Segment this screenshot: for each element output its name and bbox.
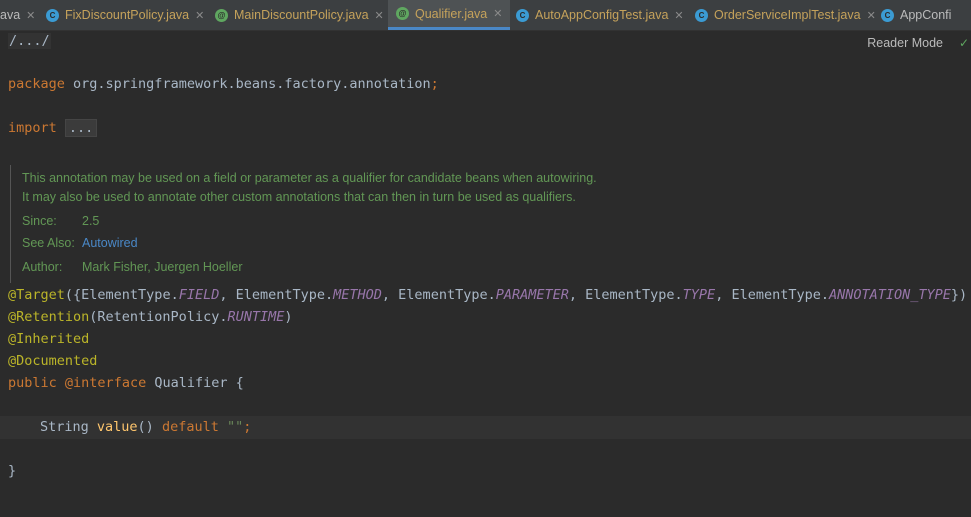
see-also-label: See Also: [22,236,75,250]
code-line-documented: @Documented [8,353,97,369]
import-fold[interactable]: ... [64,119,98,137]
tab-label: AutoAppConfigTest.java [535,8,669,22]
annotation: @Retention [8,309,90,325]
code-line-close: } [8,463,16,479]
doc-line-2: It may also be used to annotate other cu… [22,190,576,204]
javadoc-block: This annotation may be used on a field o… [10,165,965,283]
doc-since: Since: 2.5 [22,214,99,228]
constant: TYPE [682,287,716,303]
close-icon[interactable]: ✕ [375,9,384,22]
tab-label: MainDiscountPolicy.java [234,8,369,22]
close-icon[interactable]: ✕ [195,9,204,22]
constant: FIELD [178,287,220,303]
close-icon[interactable]: ✕ [493,7,502,20]
editor-tab-bar: ava ✕ C FixDiscountPolicy.java ✕ @ MainD… [0,0,971,31]
doc-line-1: This annotation may be used on a field o… [22,171,597,185]
doc-see-also: See Also: Autowired [22,236,138,250]
class-icon: C [881,8,894,22]
close-icon[interactable]: ✕ [867,9,876,22]
code-line-import: import ... [8,119,98,137]
tab-truncated[interactable]: ava ✕ [0,0,35,30]
close-icon[interactable]: ✕ [26,9,35,22]
code-line-inherited: @Inherited [8,331,89,347]
code-line-interface: public @interface Qualifier { [8,375,244,391]
tab-label: Qualifier.java [415,6,488,21]
code-line-target: @Target({ElementType.FIELD, ElementType.… [8,287,967,303]
keyword: import [8,120,57,136]
tab-label: ava [0,8,21,22]
annotation-icon: @ [396,7,409,20]
close-icon[interactable]: ✕ [674,9,683,22]
method-name: value [96,419,138,435]
semicolon: ; [243,419,252,435]
code-editor[interactable]: Reader Mode ✓ /.../ package org.springfr… [0,31,971,517]
doc-author: Author: Mark Fisher, Juergen Hoeller [22,260,242,274]
code-text: , ElementType. [715,287,829,303]
reader-mode-button[interactable]: Reader Mode [867,36,943,50]
class-icon: C [695,8,708,22]
annotation: @Inherited [8,331,90,347]
tab-auto-app-config-test[interactable]: C AutoAppConfigTest.java ✕ [516,0,684,30]
tab-fix-discount-policy[interactable]: C FixDiscountPolicy.java ✕ [46,0,204,30]
interface-name: Qualifier { [146,375,244,391]
tab-label: OrderServiceImplTest.java [714,8,861,22]
see-also-link[interactable]: Autowired [82,236,138,250]
tab-label: FixDiscountPolicy.java [65,8,190,22]
class-icon: C [46,8,59,22]
code-line-retention: @Retention(RetentionPolicy.RUNTIME) [8,309,293,325]
annotation-icon: @ [215,8,228,22]
tab-app-config[interactable]: C AppConfi [881,0,951,30]
code-text: ({ElementType. [64,287,179,303]
code-line-header: /.../ [8,33,51,49]
class-icon: C [516,8,529,22]
tab-main-discount-policy[interactable]: @ MainDiscountPolicy.java ✕ [215,0,384,30]
code-text: () [137,419,162,435]
folded-header[interactable]: /.../ [8,33,51,49]
code-text: }) [950,287,968,303]
code-text: ) [284,309,293,325]
tab-label: AppConfi [900,8,952,22]
code-line-value: String value() default ""; [40,419,251,435]
constant: PARAMETER [495,287,569,303]
type-name: String [40,419,97,435]
code-text: (RetentionPolicy. [89,309,228,325]
constant: RUNTIME [227,309,285,325]
since-value: 2.5 [82,214,100,228]
check-icon: ✓ [958,36,969,50]
keyword: package [8,76,65,92]
code-text: , ElementType. [568,287,683,303]
tab-order-service-impl-test[interactable]: C OrderServiceImplTest.java ✕ [695,0,876,30]
tab-qualifier[interactable]: @ Qualifier.java ✕ [388,0,511,30]
since-label: Since: [22,214,57,228]
string-literal: "" [226,419,244,435]
constant: ANNOTATION_TYPE [828,287,951,303]
semicolon: ; [430,76,439,92]
constant: METHOD [333,287,382,303]
keyword: default [161,419,219,435]
author-value: Mark Fisher, Juergen Hoeller [82,260,243,274]
code-text: , ElementType. [219,287,334,303]
package-name: org.springframework.beans.factory.annota… [64,76,431,92]
annotation: @Documented [8,353,98,369]
keyword: public [8,375,57,391]
author-label: Author: [22,260,63,274]
close-brace: } [8,463,17,479]
keyword: @interface [64,375,147,391]
annotation: @Target [8,287,65,303]
code-text: , ElementType. [381,287,496,303]
code-line-package: package org.springframework.beans.factor… [8,76,439,92]
